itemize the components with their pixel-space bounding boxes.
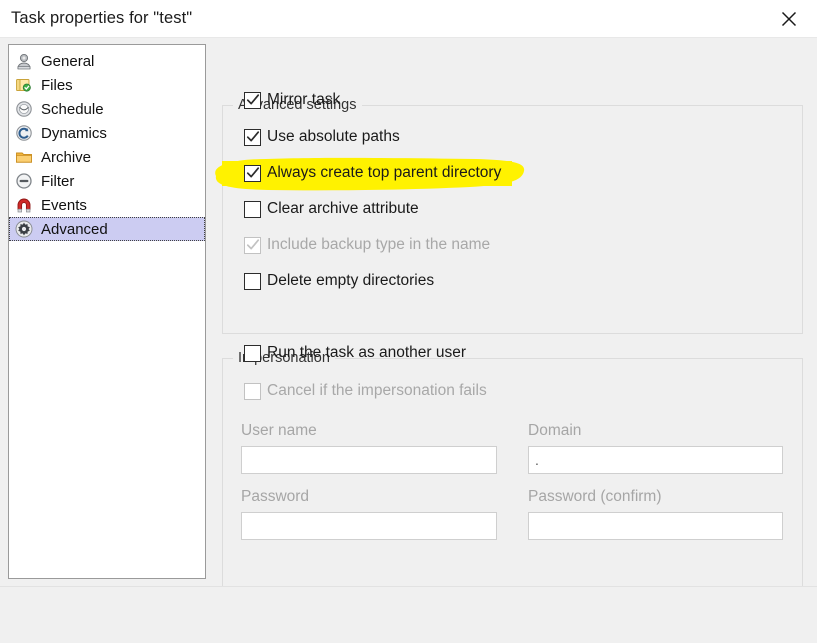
magnet-icon bbox=[15, 196, 33, 214]
user-account-icon bbox=[15, 52, 33, 70]
checkbox-mirror-task[interactable]: Mirror task bbox=[244, 89, 340, 111]
sidebar-item-label: Events bbox=[41, 196, 87, 214]
domain-label: Domain bbox=[528, 422, 582, 439]
dialog-body: General Files Schedule Dynamics Archive … bbox=[0, 38, 817, 594]
sidebar-item-label: Advanced bbox=[41, 220, 108, 238]
dialog-footer: OK Cancel bbox=[0, 586, 817, 643]
checkbox-box bbox=[244, 128, 261, 146]
checkbox-box bbox=[244, 200, 261, 218]
checkbox-box bbox=[244, 91, 261, 109]
checkbox-box bbox=[244, 236, 261, 254]
folder-icon bbox=[15, 148, 33, 166]
sidebar-item-advanced[interactable]: Advanced bbox=[9, 217, 205, 241]
checkbox-label: Cancel if the impersonation fails bbox=[267, 382, 487, 399]
window-title: Task properties for "test" bbox=[11, 9, 193, 27]
checkbox-label: Mirror task bbox=[267, 91, 341, 108]
task-properties-dialog: Task properties for "test" General Files… bbox=[0, 0, 817, 643]
sidebar-item-label: Filter bbox=[41, 172, 75, 190]
password-label: Password bbox=[241, 488, 310, 505]
checkbox-label: Always create top parent directory bbox=[267, 164, 502, 181]
user-name-input[interactable] bbox=[241, 446, 497, 474]
sidebar-item-archive[interactable]: Archive bbox=[9, 145, 205, 169]
refresh-icon bbox=[15, 124, 33, 142]
checkbox-label: Include backup type in the name bbox=[267, 236, 491, 253]
folder-check-icon bbox=[15, 76, 33, 94]
checkbox-include-backup-type-in-the-name: Include backup type in the name bbox=[244, 234, 490, 256]
checkbox-always-create-top-parent-directory[interactable]: Always create top parent directory bbox=[244, 162, 501, 184]
user-name-label: User name bbox=[241, 422, 317, 439]
password-confirm-input[interactable] bbox=[528, 512, 783, 540]
sidebar-item-label: Schedule bbox=[41, 100, 104, 118]
checkbox-box bbox=[244, 272, 261, 290]
checkbox-label: Delete empty directories bbox=[267, 272, 435, 289]
check-icon bbox=[246, 238, 260, 249]
sidebar-item-schedule[interactable]: Schedule bbox=[9, 97, 205, 121]
checkbox-label: Run the task as another user bbox=[267, 344, 467, 361]
checkbox-box bbox=[244, 164, 261, 182]
checkbox-run-the-task-as-another-user[interactable]: Run the task as another user bbox=[244, 342, 466, 364]
clock-icon bbox=[15, 100, 33, 118]
password-input[interactable] bbox=[241, 512, 497, 540]
sidebar-item-general[interactable]: General bbox=[9, 49, 205, 73]
sidebar-item-label: General bbox=[41, 52, 95, 70]
sidebar-item-filter[interactable]: Filter bbox=[9, 169, 205, 193]
sidebar-item-label: Archive bbox=[41, 148, 92, 166]
checkbox-box bbox=[244, 382, 261, 400]
checkbox-cancel-if-the-impersonation-fails: Cancel if the impersonation fails bbox=[244, 380, 487, 402]
sidebar-item-label: Files bbox=[41, 76, 73, 94]
check-icon bbox=[246, 166, 260, 177]
sidebar-item-label: Dynamics bbox=[41, 124, 107, 142]
checkbox-use-absolute-paths[interactable]: Use absolute paths bbox=[244, 126, 400, 148]
check-icon bbox=[246, 93, 260, 104]
close-button[interactable] bbox=[761, 0, 817, 38]
checkbox-box bbox=[244, 344, 261, 362]
domain-input[interactable]: . bbox=[528, 446, 783, 474]
checkbox-delete-empty-directories[interactable]: Delete empty directories bbox=[244, 270, 434, 292]
category-list[interactable]: General Files Schedule Dynamics Archive … bbox=[8, 44, 206, 579]
sidebar-item-events[interactable]: Events bbox=[9, 193, 205, 217]
check-icon bbox=[246, 130, 260, 141]
checkbox-label: Clear archive attribute bbox=[267, 200, 419, 217]
minus-circle-icon bbox=[15, 172, 33, 190]
password-confirm-label: Password (confirm) bbox=[528, 488, 662, 505]
checkbox-label: Use absolute paths bbox=[267, 128, 400, 145]
sidebar-item-files[interactable]: Files bbox=[9, 73, 205, 97]
sidebar-item-dynamics[interactable]: Dynamics bbox=[9, 121, 205, 145]
close-icon bbox=[781, 11, 797, 27]
checkbox-clear-archive-attribute[interactable]: Clear archive attribute bbox=[244, 198, 419, 220]
gear-icon bbox=[15, 220, 33, 238]
title-bar: Task properties for "test" bbox=[0, 0, 817, 38]
